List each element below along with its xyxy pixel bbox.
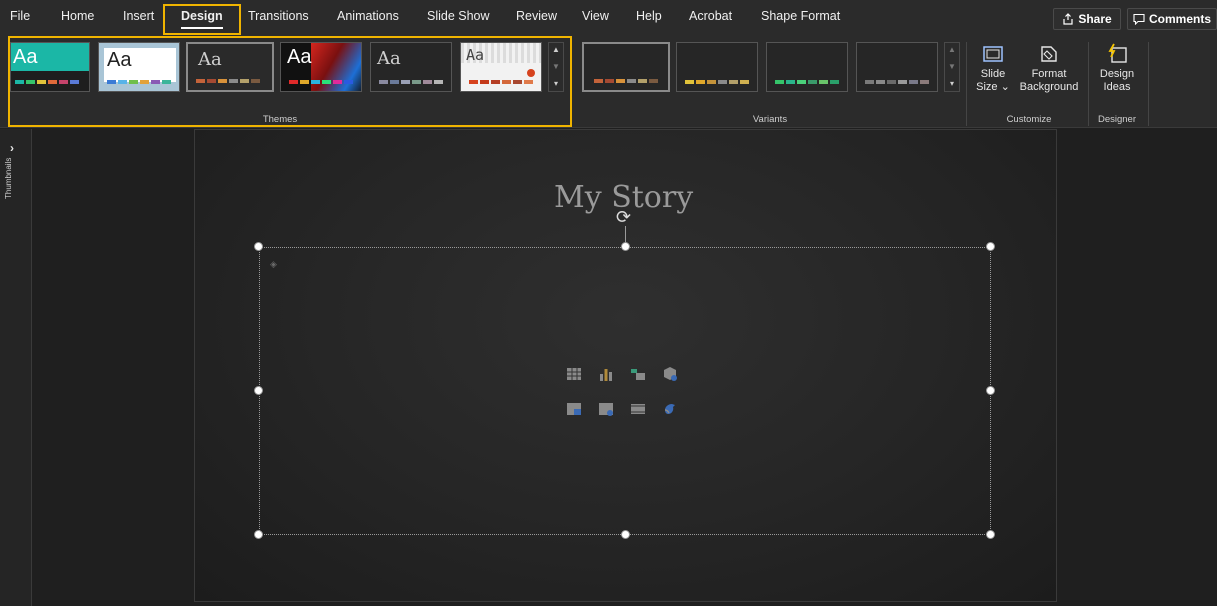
share-icon	[1063, 13, 1073, 25]
tab-slide-show[interactable]: Slide Show	[427, 9, 490, 23]
share-label: Share	[1078, 12, 1112, 26]
designer-group-label: Designer	[1097, 114, 1137, 125]
tab-transitions[interactable]: Transitions	[248, 9, 309, 23]
customize-group-label: Customize	[1006, 114, 1052, 125]
format-background-button[interactable]: Format Background	[1016, 42, 1082, 94]
design-ideas-icon	[1108, 43, 1127, 63]
thumbnails-pane: › Thumbnails	[0, 129, 32, 606]
resize-handle-right[interactable]	[986, 386, 995, 395]
tab-review[interactable]: Review	[516, 9, 557, 23]
insert-3d-model-icon[interactable]	[662, 366, 678, 382]
tab-insert[interactable]: Insert	[123, 9, 154, 23]
resize-handle-left[interactable]	[254, 386, 263, 395]
placeholder-anchor-icon: ◈	[270, 259, 277, 269]
tab-file[interactable]: File	[10, 9, 30, 23]
expand-thumbnails-icon[interactable]: ›	[10, 141, 14, 155]
insert-icons-icon[interactable]	[662, 401, 678, 417]
slide-size-button[interactable]: Slide Size ⌄	[976, 42, 1010, 94]
design-ideas-label-line1: Design	[1099, 68, 1135, 80]
slide-size-label-line2: Size ⌄	[976, 81, 1010, 93]
format-background-label-line1: Format	[1031, 68, 1067, 80]
insert-smartart-icon[interactable]	[630, 366, 646, 382]
format-background-icon	[1041, 46, 1057, 62]
comments-label: Comments	[1148, 12, 1211, 26]
ribbon: Aa Aa Aa Aa Aa Aa ▲ ▼ ▾ Themes ▲ ▼ ▾ Var…	[0, 36, 1217, 128]
format-background-label-line2: Background	[1019, 81, 1079, 93]
tab-animations[interactable]: Animations	[337, 9, 399, 23]
resize-handle-bottom-right[interactable]	[986, 530, 995, 539]
insert-video-icon[interactable]	[630, 401, 646, 417]
rotate-handle-icon[interactable]: ⟳	[616, 207, 631, 228]
resize-handle-bottom[interactable]	[621, 530, 630, 539]
variant-thumbnail-1[interactable]	[582, 42, 670, 92]
comment-icon	[1133, 13, 1145, 25]
ribbon-divider	[1148, 42, 1149, 126]
resize-handle-top-right[interactable]	[986, 242, 995, 251]
resize-handle-bottom-left[interactable]	[254, 530, 263, 539]
tab-home[interactable]: Home	[61, 9, 94, 23]
comments-button[interactable]: Comments	[1127, 8, 1217, 30]
insert-stock-images-icon[interactable]	[598, 401, 614, 417]
more-icon[interactable]: ▾	[945, 79, 959, 88]
insert-picture-icon[interactable]	[566, 401, 582, 417]
menu-bar: File Home Insert Design Transitions Anim…	[0, 0, 1217, 36]
insert-chart-icon[interactable]	[598, 366, 614, 382]
ribbon-divider	[966, 42, 967, 126]
chevron-up-icon[interactable]: ▲	[945, 45, 959, 54]
slide-size-label-line1: Slide	[980, 68, 1006, 80]
resize-handle-top-left[interactable]	[254, 242, 263, 251]
slide-size-icon	[983, 46, 1003, 62]
tab-shape-format[interactable]: Shape Format	[761, 9, 840, 23]
themes-group-highlight	[8, 36, 572, 127]
tab-view[interactable]: View	[582, 9, 609, 23]
thumbnails-pane-label[interactable]: Thumbnails	[4, 158, 13, 199]
content-placeholder[interactable]	[259, 247, 991, 535]
variant-thumbnail-4[interactable]	[856, 42, 938, 92]
variant-thumbnail-2[interactable]	[676, 42, 758, 92]
share-button[interactable]: Share	[1053, 8, 1121, 30]
ribbon-divider	[1088, 42, 1089, 126]
tab-help[interactable]: Help	[636, 9, 662, 23]
variant-thumbnail-3[interactable]	[766, 42, 848, 92]
insert-table-icon[interactable]	[566, 366, 582, 382]
variants-group-label: Variants	[752, 114, 788, 125]
variants-gallery-scroll[interactable]: ▲ ▼ ▾	[944, 42, 960, 92]
chevron-down-icon[interactable]: ▼	[945, 62, 959, 71]
tab-acrobat[interactable]: Acrobat	[689, 9, 732, 23]
design-tab-highlight	[163, 4, 241, 35]
design-ideas-label-line2: Ideas	[1103, 81, 1131, 93]
design-ideas-button[interactable]: Design Ideas	[1094, 42, 1140, 94]
resize-handle-top[interactable]	[621, 242, 630, 251]
